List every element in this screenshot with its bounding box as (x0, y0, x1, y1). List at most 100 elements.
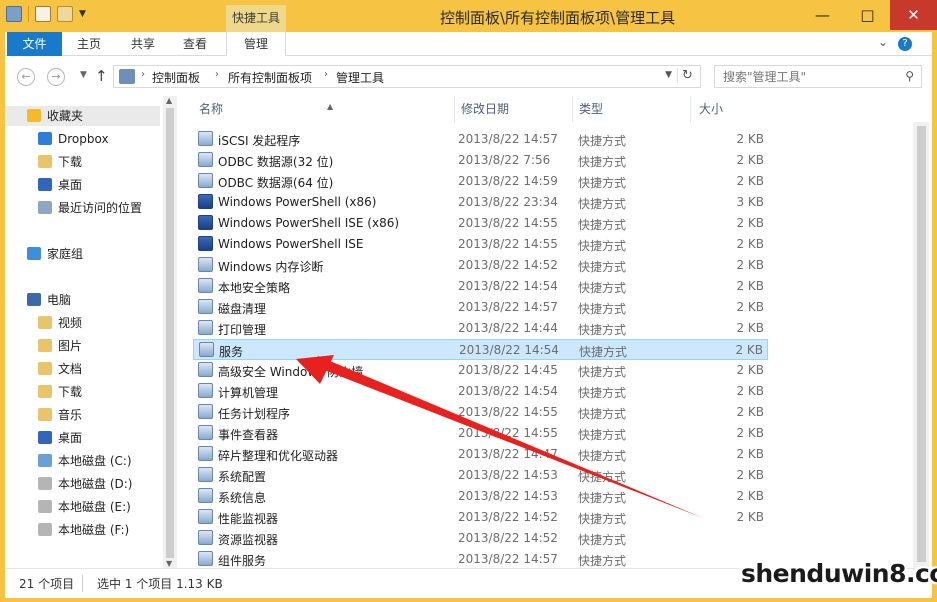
file-row[interactable]: Windows 内存诊断 2013/8/22 14:52 快捷方式 2 KB (193, 255, 768, 276)
nav-item[interactable]: 最近访问的位置 (5, 198, 142, 218)
app-icon[interactable] (6, 6, 22, 22)
forward-button[interactable]: → (47, 68, 65, 86)
file-row[interactable]: 任务计划程序 2013/8/22 14:55 快捷方式 2 KB (193, 402, 768, 423)
dropbox-icon (38, 132, 52, 145)
navigation-pane-scrollbar[interactable]: ▲ ▼ (163, 96, 177, 568)
nav-item[interactable]: 图片 (5, 336, 82, 356)
nav-item[interactable]: 本地磁盘 (C:) (5, 451, 132, 471)
file-type: 快捷方式 (578, 281, 627, 295)
file-row[interactable]: 碎片整理和优化驱动器 2013/8/22 14:47 快捷方式 2 KB (193, 444, 768, 465)
close-button[interactable]: ✕ (890, 0, 937, 30)
breadcrumb-chevron-icon[interactable]: › (215, 69, 219, 80)
file-date: 2013/8/22 14:57 (458, 132, 558, 146)
nav-item[interactable]: 音乐 (5, 405, 82, 425)
nav-item[interactable]: 收藏夹 (5, 106, 160, 126)
nav-item-label: 音乐 (58, 408, 83, 422)
nav-item[interactable]: 桌面 (5, 428, 82, 448)
file-row[interactable]: ODBC 数据源(64 位) 2013/8/22 14:59 快捷方式 2 KB (193, 171, 768, 192)
file-size: 2 KB (736, 405, 764, 419)
nav-item[interactable]: 文档 (5, 359, 82, 379)
file-row[interactable]: iSCSI 发起程序 2013/8/22 14:57 快捷方式 2 KB (193, 129, 768, 150)
file-row[interactable]: 系统信息 2013/8/22 14:53 快捷方式 2 KB (193, 486, 768, 507)
file-size: 3 KB (736, 195, 764, 209)
file-name: 系统信息 (218, 491, 267, 505)
nav-item[interactable]: 本地磁盘 (D:) (5, 474, 132, 494)
tab-file[interactable]: 文件 (7, 32, 62, 56)
search-icon[interactable]: ⚲ (905, 69, 914, 83)
tab-manage[interactable]: 管理 (226, 32, 286, 56)
nav-item[interactable]: 本地磁盘 (F:) (5, 520, 129, 540)
help-icon[interactable]: ? (898, 37, 912, 51)
minimize-button[interactable]: — (800, 0, 845, 30)
file-date: 2013/8/22 14:54 (458, 279, 558, 293)
file-row[interactable]: 服务 2013/8/22 14:54 快捷方式 2 KB (193, 339, 768, 360)
tab-share[interactable]: 共享 (121, 32, 165, 56)
file-row[interactable]: 本地安全策略 2013/8/22 14:54 快捷方式 2 KB (193, 276, 768, 297)
file-type: 快捷方式 (578, 260, 627, 274)
nav-item[interactable]: 视频 (5, 313, 82, 333)
file-row[interactable]: 打印管理 2013/8/22 14:44 快捷方式 2 KB (193, 318, 768, 339)
file-row[interactable]: Windows PowerShell ISE 2013/8/22 14:55 快捷方… (193, 234, 768, 255)
recent-locations-icon[interactable]: ▼ (80, 70, 87, 80)
file-row[interactable]: 高级安全 Windows 防火墙 2013/8/22 14:45 快捷方式 2 KB (193, 360, 768, 381)
file-row[interactable]: ODBC 数据源(32 位) 2013/8/22 7:56 快捷方式 2 KB (193, 150, 768, 171)
ribbon-expand-icon[interactable]: ⌄ (878, 35, 888, 49)
nav-item[interactable]: 桌面 (5, 175, 82, 195)
file-row[interactable]: 计算机管理 2013/8/22 14:54 快捷方式 2 KB (193, 381, 768, 402)
column-header-size[interactable]: 大小 (693, 96, 773, 122)
breadcrumb-chevron-icon[interactable]: › (324, 69, 328, 80)
column-header-name[interactable]: 名称 ▲ (193, 96, 455, 122)
scrollbar-thumb[interactable] (166, 108, 174, 558)
nav-item[interactable]: 电脑 (5, 290, 71, 310)
search-input[interactable] (723, 67, 893, 87)
refresh-icon[interactable]: ↻ (677, 68, 695, 83)
back-button[interactable]: ← (17, 68, 35, 86)
memory-diagnostic-icon (198, 257, 213, 272)
nav-item[interactable]: 本地磁盘 (E:) (5, 497, 131, 517)
tab-view[interactable]: 查看 (173, 32, 217, 56)
new-folder-icon[interactable] (57, 6, 73, 22)
address-bar[interactable]: › 控制面板 › 所有控制面板项 › 管理工具 ▼ ↻ (113, 65, 701, 88)
scroll-up-icon[interactable]: ▲ (166, 96, 172, 105)
column-header-date[interactable]: 修改日期 (455, 96, 573, 122)
file-row[interactable]: 系统配置 2013/8/22 14:53 快捷方式 2 KB (193, 465, 768, 486)
breadcrumb-chevron-icon[interactable]: › (141, 69, 145, 80)
file-row[interactable]: 性能监视器 2013/8/22 14:52 快捷方式 2 KB (193, 507, 768, 528)
file-type: 快捷方式 (578, 554, 627, 568)
nav-item-label: 本地磁盘 (D:) (58, 477, 133, 491)
scroll-down-icon[interactable]: ▼ (166, 559, 172, 568)
scrollbar-thumb[interactable] (917, 126, 926, 562)
qat-dropdown-icon[interactable]: ▼ (79, 9, 86, 19)
tab-home[interactable]: 主页 (67, 32, 111, 56)
column-header-type[interactable]: 类型 (573, 96, 691, 122)
maximize-button[interactable]: □ (845, 0, 890, 30)
disk-cleanup-icon (198, 299, 213, 314)
file-row[interactable]: 组件服务 2013/8/22 14:57 快捷方式 (193, 549, 768, 570)
file-date: 2013/8/22 14:54 (459, 343, 559, 357)
file-size: 2 KB (736, 174, 764, 188)
file-name: 磁盘清理 (218, 302, 267, 316)
nav-item[interactable]: 家庭组 (5, 244, 83, 264)
file-row[interactable]: Windows PowerShell (x86) 2013/8/22 23:34 快… (193, 192, 768, 213)
window-title: 控制面板\所有控制面板项\管理工具 (440, 9, 676, 27)
nav-item-label: 图片 (58, 339, 83, 353)
properties-icon[interactable] (35, 6, 51, 22)
breadcrumb-all-items[interactable]: 所有控制面板项 (228, 69, 312, 86)
file-list-scrollbar[interactable] (913, 122, 929, 568)
selection-info: 选中 1 个项目 1.13 KB (97, 577, 223, 591)
drive-icon (38, 500, 52, 513)
breadcrumb-control-panel[interactable]: 控制面板 (152, 69, 200, 86)
address-dropdown-icon[interactable]: ▼ (665, 70, 672, 80)
file-row[interactable]: 资源监视器 2013/8/22 14:52 快捷方式 (193, 528, 768, 549)
nav-item[interactable]: 下载 (5, 382, 82, 402)
file-row[interactable]: 事件查看器 2013/8/22 14:55 快捷方式 2 KB (193, 423, 768, 444)
file-row[interactable]: 磁盘清理 2013/8/22 14:57 快捷方式 2 KB (193, 297, 768, 318)
breadcrumb-admin-tools[interactable]: 管理工具 (336, 69, 384, 86)
nav-item[interactable]: 下载 (5, 152, 82, 172)
file-size: 2 KB (736, 132, 764, 146)
nav-item[interactable]: Dropbox (5, 129, 109, 149)
component-services-icon (198, 551, 213, 566)
file-row[interactable]: Windows PowerShell ISE (x86) 2013/8/22 14… (193, 213, 768, 234)
up-button[interactable]: ↑ (95, 67, 108, 85)
search-box[interactable]: ⚲ (714, 65, 922, 88)
